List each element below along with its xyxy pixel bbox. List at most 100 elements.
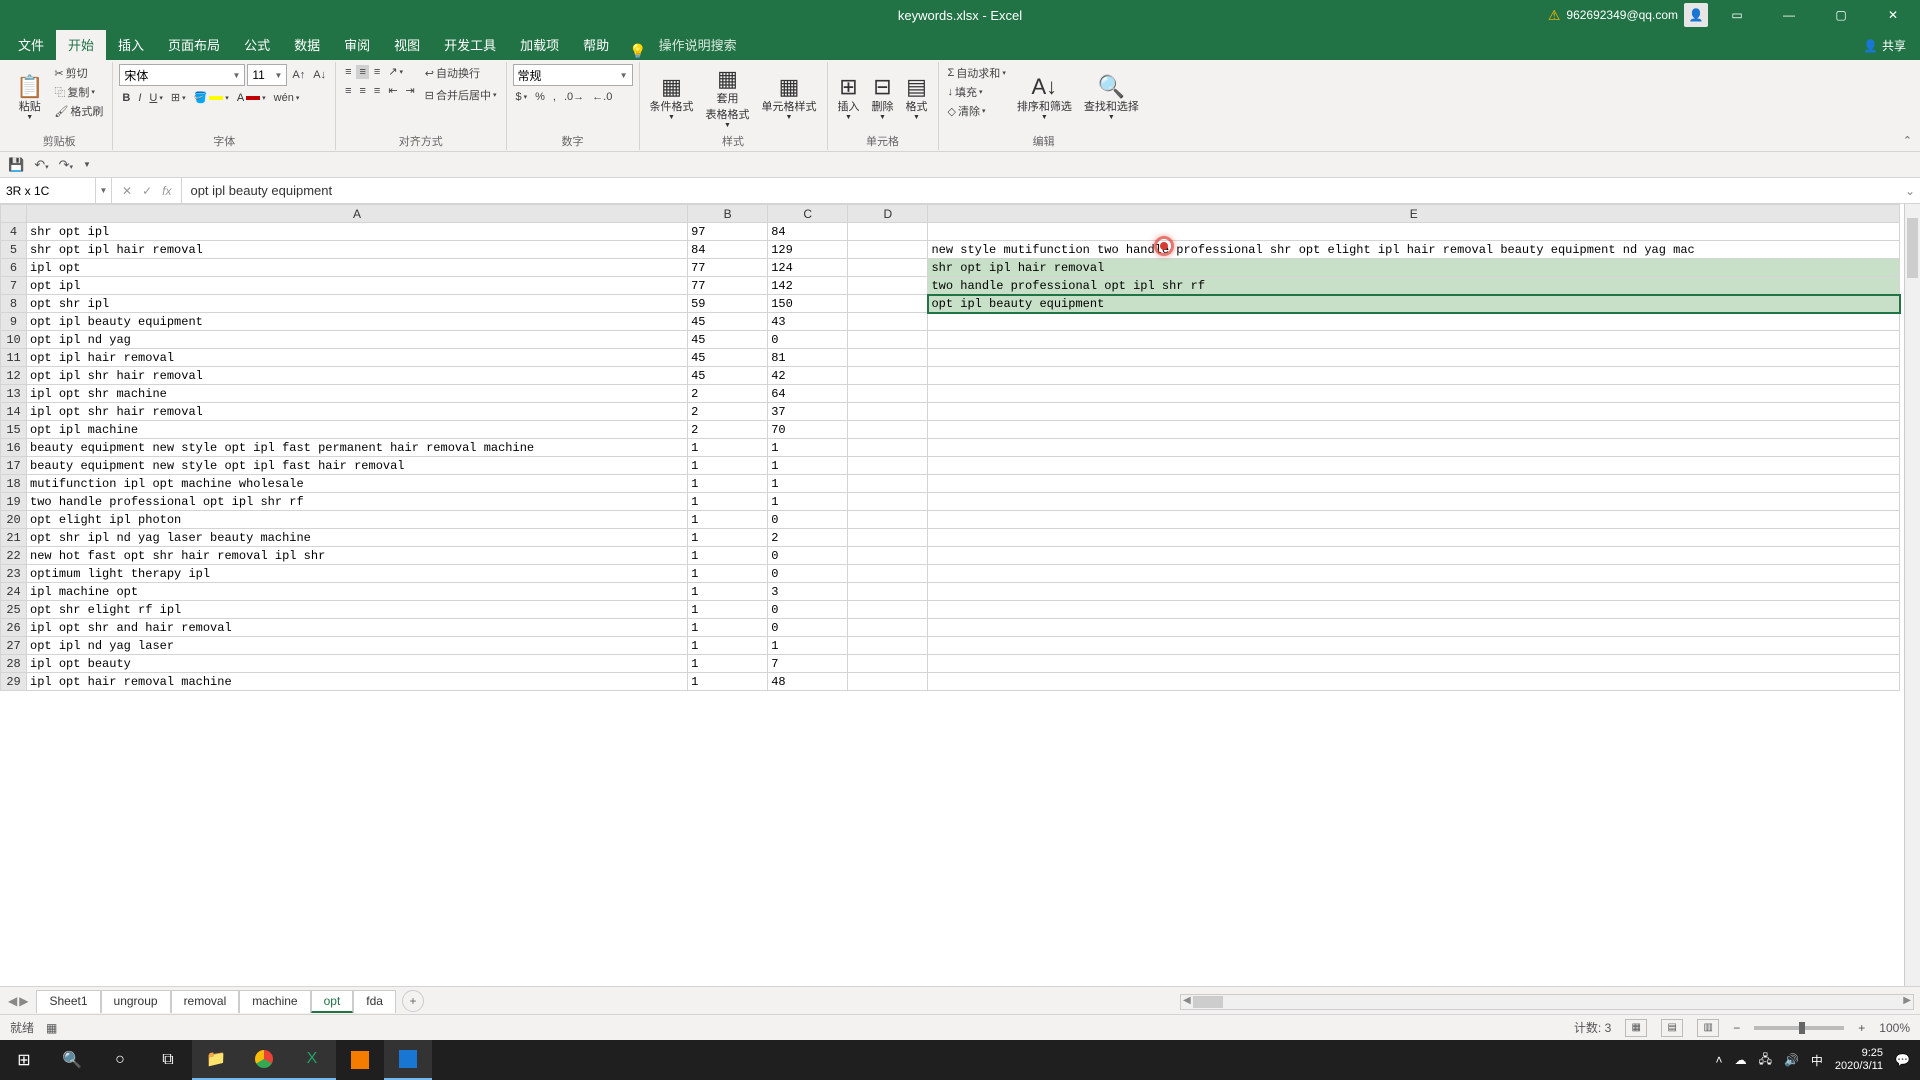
cell[interactable]: 1 <box>688 493 768 511</box>
tab-review[interactable]: 审阅 <box>332 29 382 60</box>
paste-button[interactable]: 📋粘贴▼ <box>12 64 47 133</box>
cell[interactable]: 124 <box>768 259 848 277</box>
cell[interactable] <box>928 601 1900 619</box>
cell[interactable]: 1 <box>688 583 768 601</box>
page-layout-view-button[interactable]: ▤ <box>1661 1019 1683 1037</box>
cell[interactable] <box>848 673 928 691</box>
cell[interactable]: 45 <box>688 349 768 367</box>
copy-button[interactable]: ⿻复制▾ <box>51 83 106 101</box>
accounting-button[interactable]: $▾ <box>513 90 531 104</box>
cell[interactable]: 1 <box>768 637 848 655</box>
align-right-button[interactable]: ≡ <box>371 84 383 98</box>
fill-button[interactable]: ↓填充▾ <box>945 83 1009 101</box>
increase-indent-button[interactable]: ⇥ <box>403 83 418 98</box>
minimize-button[interactable]: — <box>1766 0 1812 30</box>
cell[interactable]: opt shr elight rf ipl <box>27 601 688 619</box>
cell[interactable] <box>928 511 1900 529</box>
zoom-level[interactable]: 100% <box>1879 1021 1910 1035</box>
tellme-search[interactable]: 操作说明搜索 <box>647 29 749 60</box>
cell[interactable]: 42 <box>768 367 848 385</box>
select-all-corner[interactable] <box>1 205 27 223</box>
cell[interactable] <box>848 583 928 601</box>
cell[interactable]: ipl opt shr hair removal <box>27 403 688 421</box>
format-as-table-button[interactable]: ▦套用 表格格式▼ <box>702 64 754 133</box>
cell[interactable]: 1 <box>768 439 848 457</box>
cell[interactable]: optimum light therapy ipl <box>27 565 688 583</box>
col-header-C[interactable]: C <box>768 205 848 223</box>
cell[interactable] <box>928 637 1900 655</box>
spreadsheet-grid[interactable]: A B C D E 4shr opt ipl97845shr opt ipl h… <box>0 204 1920 986</box>
bold-button[interactable]: B <box>119 91 133 105</box>
cell[interactable] <box>928 547 1900 565</box>
sheet-tab[interactable]: opt <box>311 990 354 1013</box>
underline-button[interactable]: U▾ <box>146 91 165 105</box>
wrap-text-button[interactable]: ↩自动换行 <box>422 64 500 82</box>
cell[interactable]: opt elight ipl photon <box>27 511 688 529</box>
cell[interactable]: 1 <box>768 457 848 475</box>
cell[interactable]: 81 <box>768 349 848 367</box>
collapse-ribbon-button[interactable]: ⌃ <box>1903 134 1912 147</box>
row-header[interactable]: 8 <box>1 295 27 313</box>
cell[interactable] <box>848 457 928 475</box>
share-button[interactable]: 👤共享 <box>1849 31 1920 60</box>
sheet-tab[interactable]: removal <box>171 990 240 1013</box>
align-middle-button[interactable]: ≡ <box>356 65 368 79</box>
row-header[interactable]: 11 <box>1 349 27 367</box>
cell[interactable] <box>848 295 928 313</box>
increase-decimal-button[interactable]: .0→ <box>561 90 587 104</box>
cell[interactable]: 0 <box>768 601 848 619</box>
cell[interactable] <box>928 313 1900 331</box>
cell[interactable] <box>848 439 928 457</box>
row-header[interactable]: 20 <box>1 511 27 529</box>
row-header[interactable]: 12 <box>1 367 27 385</box>
sheet-tab[interactable]: machine <box>239 990 310 1013</box>
cell[interactable] <box>928 529 1900 547</box>
cell[interactable]: 1 <box>688 529 768 547</box>
name-box[interactable]: 3R x 1C <box>0 178 96 203</box>
merge-center-button[interactable]: ⊟合并后居中▾ <box>422 86 500 104</box>
cell[interactable] <box>848 385 928 403</box>
excel-button[interactable]: X <box>288 1040 336 1080</box>
cell[interactable]: 45 <box>688 367 768 385</box>
cell[interactable] <box>848 619 928 637</box>
row-header[interactable]: 13 <box>1 385 27 403</box>
orientation-button[interactable]: ↗▾ <box>385 64 406 79</box>
cell[interactable]: 84 <box>688 241 768 259</box>
cell[interactable] <box>928 421 1900 439</box>
format-painter-button[interactable]: 🖌格式刷 <box>51 102 106 120</box>
row-header[interactable]: 28 <box>1 655 27 673</box>
sheet-tab[interactable]: Sheet1 <box>36 990 100 1013</box>
account-email[interactable]: 962692349@qq.com <box>1566 8 1678 22</box>
row-header[interactable]: 22 <box>1 547 27 565</box>
ime-indicator[interactable]: 中 <box>1811 1052 1823 1069</box>
italic-button[interactable]: I <box>135 91 144 105</box>
autosum-button[interactable]: Σ自动求和▾ <box>945 64 1009 82</box>
app-button-blue[interactable] <box>384 1040 432 1080</box>
cell[interactable]: shr opt ipl hair removal <box>27 241 688 259</box>
file-explorer-button[interactable]: 📁 <box>192 1040 240 1080</box>
cell-styles-button[interactable]: ▦单元格样式▼ <box>758 64 821 133</box>
sheet-tab[interactable]: ungroup <box>101 990 171 1013</box>
align-top-button[interactable]: ≡ <box>342 65 354 79</box>
cell[interactable] <box>848 421 928 439</box>
cell[interactable]: 0 <box>768 565 848 583</box>
sheet-tab[interactable]: fda <box>353 990 396 1013</box>
page-break-view-button[interactable]: ▥ <box>1697 1019 1719 1037</box>
comma-button[interactable]: , <box>550 90 559 104</box>
cell[interactable] <box>928 583 1900 601</box>
network-icon[interactable]: 🖧 <box>1759 1050 1772 1071</box>
cell[interactable]: opt shr ipl nd yag laser beauty machine <box>27 529 688 547</box>
chrome-button[interactable] <box>240 1040 288 1080</box>
row-header[interactable]: 10 <box>1 331 27 349</box>
name-box-dropdown[interactable]: ▼ <box>96 178 112 203</box>
cell[interactable] <box>848 565 928 583</box>
cell[interactable]: new hot fast opt shr hair removal ipl sh… <box>27 547 688 565</box>
cell[interactable]: opt ipl <box>27 277 688 295</box>
normal-view-button[interactable]: ▦ <box>1625 1019 1647 1037</box>
cell[interactable] <box>928 385 1900 403</box>
row-header[interactable]: 29 <box>1 673 27 691</box>
cell[interactable] <box>928 349 1900 367</box>
cell[interactable] <box>848 655 928 673</box>
cell[interactable] <box>928 403 1900 421</box>
tray-chevron-up-icon[interactable]: ˄ <box>1716 1053 1723 1067</box>
